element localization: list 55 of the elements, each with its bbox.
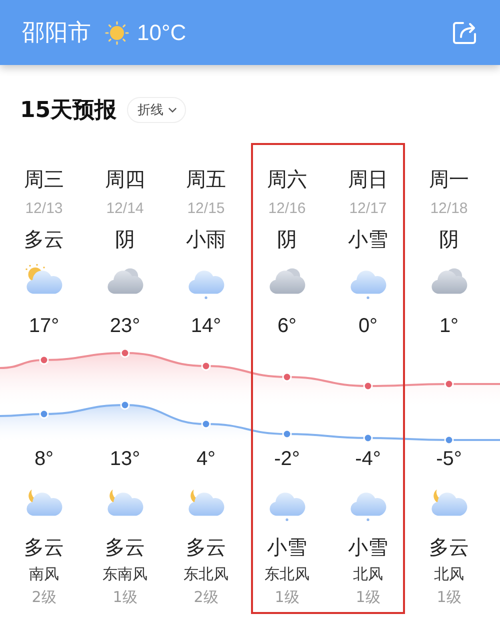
wind-direction: 东北风 xyxy=(184,564,228,585)
share-icon[interactable] xyxy=(452,20,478,46)
low-temperature: -5° xyxy=(436,447,462,472)
high-temperature: 17° xyxy=(28,314,60,339)
low-temperature: -4° xyxy=(355,447,381,472)
wind-direction: 南风 xyxy=(29,564,59,585)
night-condition: 小雪 xyxy=(348,534,388,561)
weekday-label: 周四 xyxy=(105,166,145,193)
wind-level: 2级 xyxy=(194,587,218,608)
wind-direction: 东北风 xyxy=(264,564,310,585)
low-temperature: -2° xyxy=(274,447,300,472)
weekday-label: 周日 xyxy=(348,166,388,193)
date-label: 12/16 xyxy=(268,199,306,219)
high-temperature: 14° xyxy=(190,314,222,339)
wind-direction: 东南风 xyxy=(102,564,148,585)
night-condition: 多云 xyxy=(24,534,64,561)
night-condition: 小雪 xyxy=(267,534,307,561)
weekday-label: 周五 xyxy=(186,166,226,193)
night-condition: 多云 xyxy=(105,534,145,561)
chevron-down-icon xyxy=(168,107,177,113)
day-condition: 小雪 xyxy=(348,226,388,253)
current-temperature: 10°C xyxy=(137,20,186,46)
high-temperature: 1° xyxy=(439,314,459,339)
wind-level: 1级 xyxy=(356,587,380,608)
low-temperature: 8° xyxy=(34,447,54,472)
weekday-label: 周一 xyxy=(429,166,469,193)
wind-level: 2级 xyxy=(32,587,56,608)
low-temperature: 13° xyxy=(110,447,140,472)
date-label: 12/13 xyxy=(25,199,63,219)
chart-type-dropdown[interactable]: 折线 xyxy=(126,97,186,123)
high-temperature: 6° xyxy=(277,314,297,339)
day-condition: 多云 xyxy=(24,226,64,253)
wind-direction: 北风 xyxy=(353,564,383,585)
date-label: 12/15 xyxy=(187,199,225,219)
weekday-label: 周三 xyxy=(24,166,64,193)
sun-icon xyxy=(105,20,129,44)
weekday-label: 周六 xyxy=(267,166,307,193)
wind-direction: 北风 xyxy=(434,564,464,585)
night-condition: 多云 xyxy=(186,534,226,561)
day-condition: 小雨 xyxy=(186,226,226,253)
wind-level: 1级 xyxy=(436,587,462,608)
night-condition: 多云 xyxy=(429,534,469,561)
wind-level: 1级 xyxy=(112,587,138,608)
city-name: 邵阳市 xyxy=(22,19,91,48)
high-temperature: 23° xyxy=(110,314,140,339)
day-condition: 阴 xyxy=(277,226,297,253)
day-condition: 阴 xyxy=(115,226,135,253)
wind-level: 1级 xyxy=(274,587,300,608)
day-condition: 阴 xyxy=(439,226,459,253)
date-label: 12/17 xyxy=(349,199,387,219)
date-label: 12/14 xyxy=(106,199,144,219)
low-temperature: 4° xyxy=(196,447,216,472)
section-title: 15天预报 xyxy=(20,97,117,125)
date-label: 12/18 xyxy=(430,199,468,219)
high-temperature: 0° xyxy=(358,314,378,339)
